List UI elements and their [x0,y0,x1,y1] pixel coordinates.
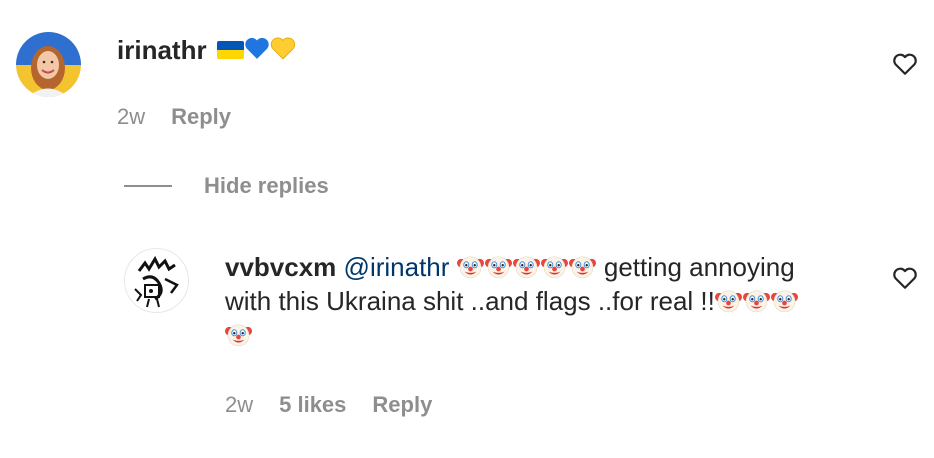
avatar-photo [16,32,81,97]
clown-face-icon [225,324,252,347]
reply-reply-button[interactable]: Reply [372,392,432,418]
clown-face-icon [742,290,770,313]
clown-face-icon [770,290,798,313]
reply-likes-count[interactable]: 5 likes [279,392,346,418]
comment-meta: 2w Reply [117,103,231,131]
reply-mention-link[interactable]: @irinathr [344,252,450,282]
clown-face-icon [568,256,596,279]
reply-username[interactable]: vvbvcxm [225,252,336,282]
clown-face-icon [540,256,568,279]
reply-body: vvbvcxm @irinathr getting annoying with … [225,250,865,352]
like-comment-heart-icon[interactable] [892,52,918,76]
reply-meta: 2w 5 likes Reply [225,391,432,419]
clown-face-icon [714,290,742,313]
reply-text-part2: with this Ukraina shit ..and flags ..for… [225,286,715,316]
clown-emoji-group-2 [714,286,799,316]
comment-body: irinathr [117,33,296,67]
clown-emoji-group-1 [456,252,597,282]
commenter-avatar[interactable] [16,32,81,97]
avatar-sketch [125,249,188,312]
clown-face-icon [456,256,484,279]
comments-thread: irinathr 2w Reply Hide replies vvbvcxm @… [0,0,934,458]
clown-emoji-group-3 [225,320,253,350]
like-reply-heart-icon[interactable] [892,266,918,290]
reply-timestamp: 2w [225,392,254,417]
clown-face-icon [512,256,540,279]
clown-face-icon [484,256,512,279]
hide-replies-label: Hide replies [204,173,329,198]
reply-text-part1: getting annoying [603,252,795,282]
ukraine-flag-icon [216,41,244,59]
comment-username[interactable]: irinathr [117,35,207,66]
reply-avatar[interactable] [124,248,189,313]
hide-replies-toggle[interactable]: Hide replies [124,172,329,200]
replies-divider-line [124,185,172,187]
comment-timestamp: 2w [117,104,146,129]
comment-reply-button[interactable]: Reply [171,104,231,130]
yellow-heart-icon [270,36,296,65]
blue-heart-icon [244,36,270,65]
